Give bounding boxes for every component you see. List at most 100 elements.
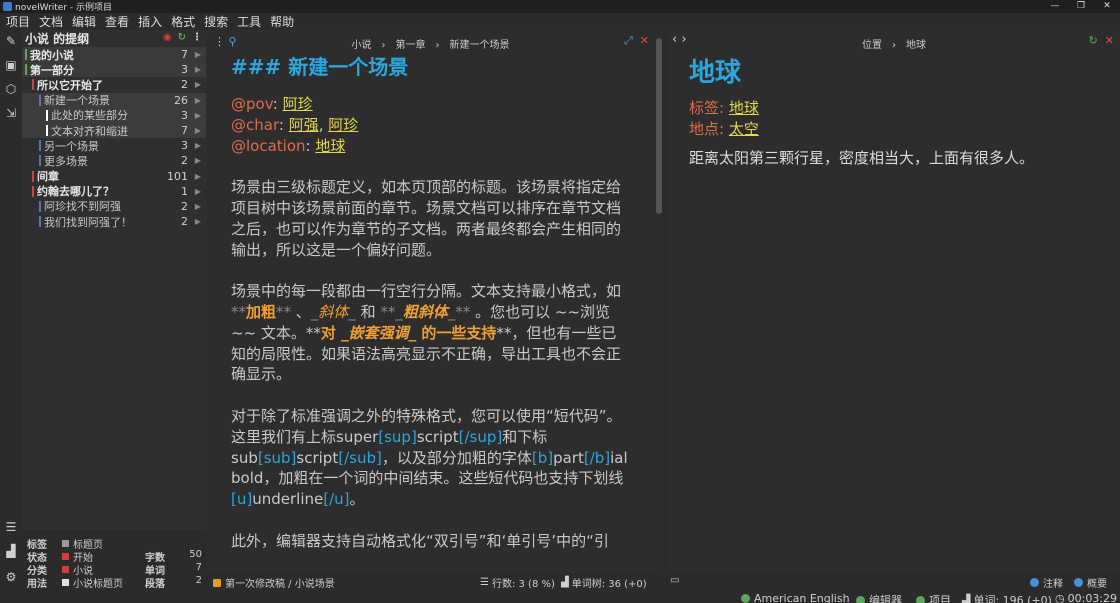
meta-value[interactable]: 阿强 (289, 116, 319, 134)
heading-marker: ### (231, 55, 282, 79)
tree-row[interactable]: 所以它开始了 2 ▶ (22, 77, 206, 92)
tree-row[interactable]: 更多场景 2 ▶ (22, 153, 206, 168)
list-icon[interactable]: ☰ (4, 520, 18, 534)
shortcode: [sub] (257, 448, 297, 467)
status-marker (25, 64, 27, 76)
text-run: underline (252, 490, 324, 509)
novel-tree-panel: 小说 的提纲 ◉ ↻ ⋮ 我的小说 7 ▶ 第一部分 3 ▶ 所以它开始了 2 ▶ 新… (22, 30, 206, 530)
lines-text: 行数: 3 (8 %) (491, 579, 555, 590)
viewer-title: 地球 (689, 58, 742, 88)
menu-view[interactable]: 查看 (99, 13, 132, 30)
markup: ** (231, 302, 246, 321)
stats-icon[interactable]: ▟ (4, 544, 18, 558)
tree-header: 小说 的提纲 ◉ ↻ ⋮ (22, 30, 206, 47)
words-text: 单词树: 36 (+0) (571, 579, 647, 590)
close-editor-icon[interactable]: ✕ (640, 34, 649, 48)
meta-pov: @pov: 阿珍 (231, 95, 313, 113)
menu-help[interactable]: 帮助 (264, 13, 297, 30)
editor-status-icon (856, 595, 865, 603)
tree-row[interactable]: 另一个场景 3 ▶ (22, 138, 206, 153)
text-run: part (553, 448, 584, 467)
tree-item-count: 7 (181, 124, 188, 138)
toggle-synopsis[interactable]: 概要 (1074, 575, 1107, 590)
scene-heading: ### 新建一个场景 (231, 54, 631, 80)
menu-insert[interactable]: 插入 (132, 13, 165, 30)
shortcode: [/sup] (458, 427, 503, 446)
tree-row[interactable]: 我们找到阿强了！ 2 ▶ (22, 214, 206, 229)
tree-row[interactable]: 第一部分 3 ▶ (22, 62, 206, 78)
nested-text: 嵌套强调 (348, 323, 409, 342)
text-run: 和 (355, 302, 381, 321)
close-icon[interactable]: ✕ (1094, 0, 1120, 13)
status-marker (32, 79, 34, 91)
tree-row[interactable]: 间章 101 ▶ (22, 169, 206, 184)
refresh-icon[interactable]: ↻ (1089, 34, 1098, 47)
maximize-icon[interactable]: ❐ (1068, 0, 1094, 13)
bold-text: 对 (320, 323, 342, 342)
novel-view-icon[interactable]: ▣ (4, 58, 18, 72)
tree-row[interactable]: 文本对齐和缩进 7 ▶ (22, 122, 206, 139)
editor-status: 编辑器 (856, 592, 902, 603)
tree-item-count: 7 (181, 48, 188, 62)
count-chars-value: 50 (189, 549, 202, 560)
maximize-editor-icon[interactable]: ⤢ (624, 34, 633, 48)
editor-text[interactable]: ### 新建一个场景 @pov: 阿珍 @char: 阿强, 阿珍 @locat… (231, 54, 631, 572)
record-icon[interactable]: ◉ (163, 32, 172, 43)
chevron-right-icon: ▶ (194, 80, 201, 90)
viewer-footer-icon[interactable]: ▭ (670, 575, 679, 586)
tree-item-count: 26 (174, 93, 188, 107)
meta-value[interactable]: 地球 (315, 137, 345, 155)
edit-project-icon[interactable]: ✎ (4, 34, 18, 48)
project-status-icon (916, 595, 925, 603)
language-status: American English (741, 592, 850, 603)
menu-tools[interactable]: 工具 (231, 13, 264, 30)
settings-icon[interactable]: ⚙ (4, 570, 18, 584)
tree-item-count: 1 (181, 184, 188, 198)
outline-view-icon[interactable]: ⬡ (4, 82, 18, 96)
status-color-icon (213, 578, 221, 587)
lines-icon: ☰ (480, 577, 489, 588)
meta-value[interactable]: 阿珍 (328, 116, 358, 134)
status-marker (25, 49, 27, 61)
line-count: ☰ 行数: 3 (8 %) (480, 575, 555, 590)
scrollbar-thumb[interactable] (656, 38, 662, 214)
tree-row[interactable]: 约翰去哪儿了？ 1 ▶ (22, 184, 206, 199)
menu-edit[interactable]: 编辑 (66, 13, 99, 30)
synopsis-label: 概要 (1087, 579, 1107, 590)
italic-text: 斜体 (318, 302, 349, 321)
location-value[interactable]: 太空 (729, 120, 759, 138)
more-icon[interactable]: ⋮ (192, 32, 202, 43)
markup: _** (447, 302, 471, 321)
menu-document[interactable]: 文档 (33, 13, 66, 30)
menu-search[interactable]: 搜索 (198, 13, 231, 30)
viewer-header: ‹ › 位置 › 地球 ↻ ✕ (668, 30, 1120, 52)
bold-text: 的一些支持 (416, 323, 497, 342)
status-marker (39, 216, 41, 228)
viewer-location: 地点: 太空 (689, 119, 1109, 140)
text-run: ，以及部分加粗的字体 (381, 448, 532, 467)
close-viewer-icon[interactable]: ✕ (1105, 34, 1114, 47)
tree-row[interactable]: 我的小说 7 ▶ (22, 47, 206, 63)
tree-row[interactable]: 此处的某些部分 3 ▶ (22, 107, 206, 123)
minimize-icon[interactable]: — (1042, 0, 1068, 13)
tree-item-label: 新建一个场景 (44, 94, 110, 108)
tree-item-label: 我的小说 (30, 48, 74, 62)
tags-value[interactable]: 地球 (729, 99, 759, 117)
editor-scrollbar[interactable] (655, 30, 663, 573)
editor-breadcrumb: 小说 › 第一章 › 新建一个场景 (351, 40, 510, 51)
tree-row[interactable]: 阿珍找不到阿强 2 ▶ (22, 199, 206, 214)
tree-list: 我的小说 7 ▶ 第一部分 3 ▶ 所以它开始了 2 ▶ 新建一个场景 26 ▶ 此处的… (22, 47, 206, 229)
session-time: ◷ 00:03:29 (1055, 592, 1117, 603)
tree-item-count: 101 (167, 169, 188, 183)
chevron-right-icon: ▶ (194, 217, 201, 227)
tree-row[interactable]: 新建一个场景 26 ▶ (22, 92, 206, 108)
toggle-comments[interactable]: 注释 (1030, 575, 1063, 590)
meta-value[interactable]: 阿珍 (283, 95, 313, 113)
menu-project[interactable]: 项目 (0, 13, 33, 30)
refresh-icon[interactable]: ↻ (178, 32, 186, 43)
tree-item-label: 阿珍找不到阿强 (44, 200, 121, 214)
paragraph: 场景由三级标题定义，如本页顶部的标题。该场景将指定给项目树中该场景前面的章节。场… (231, 178, 622, 259)
build-icon[interactable]: ⇲ (4, 106, 18, 120)
wordcount-text: 单词: 196 (+0) (973, 594, 1052, 603)
menu-format[interactable]: 格式 (165, 13, 198, 30)
